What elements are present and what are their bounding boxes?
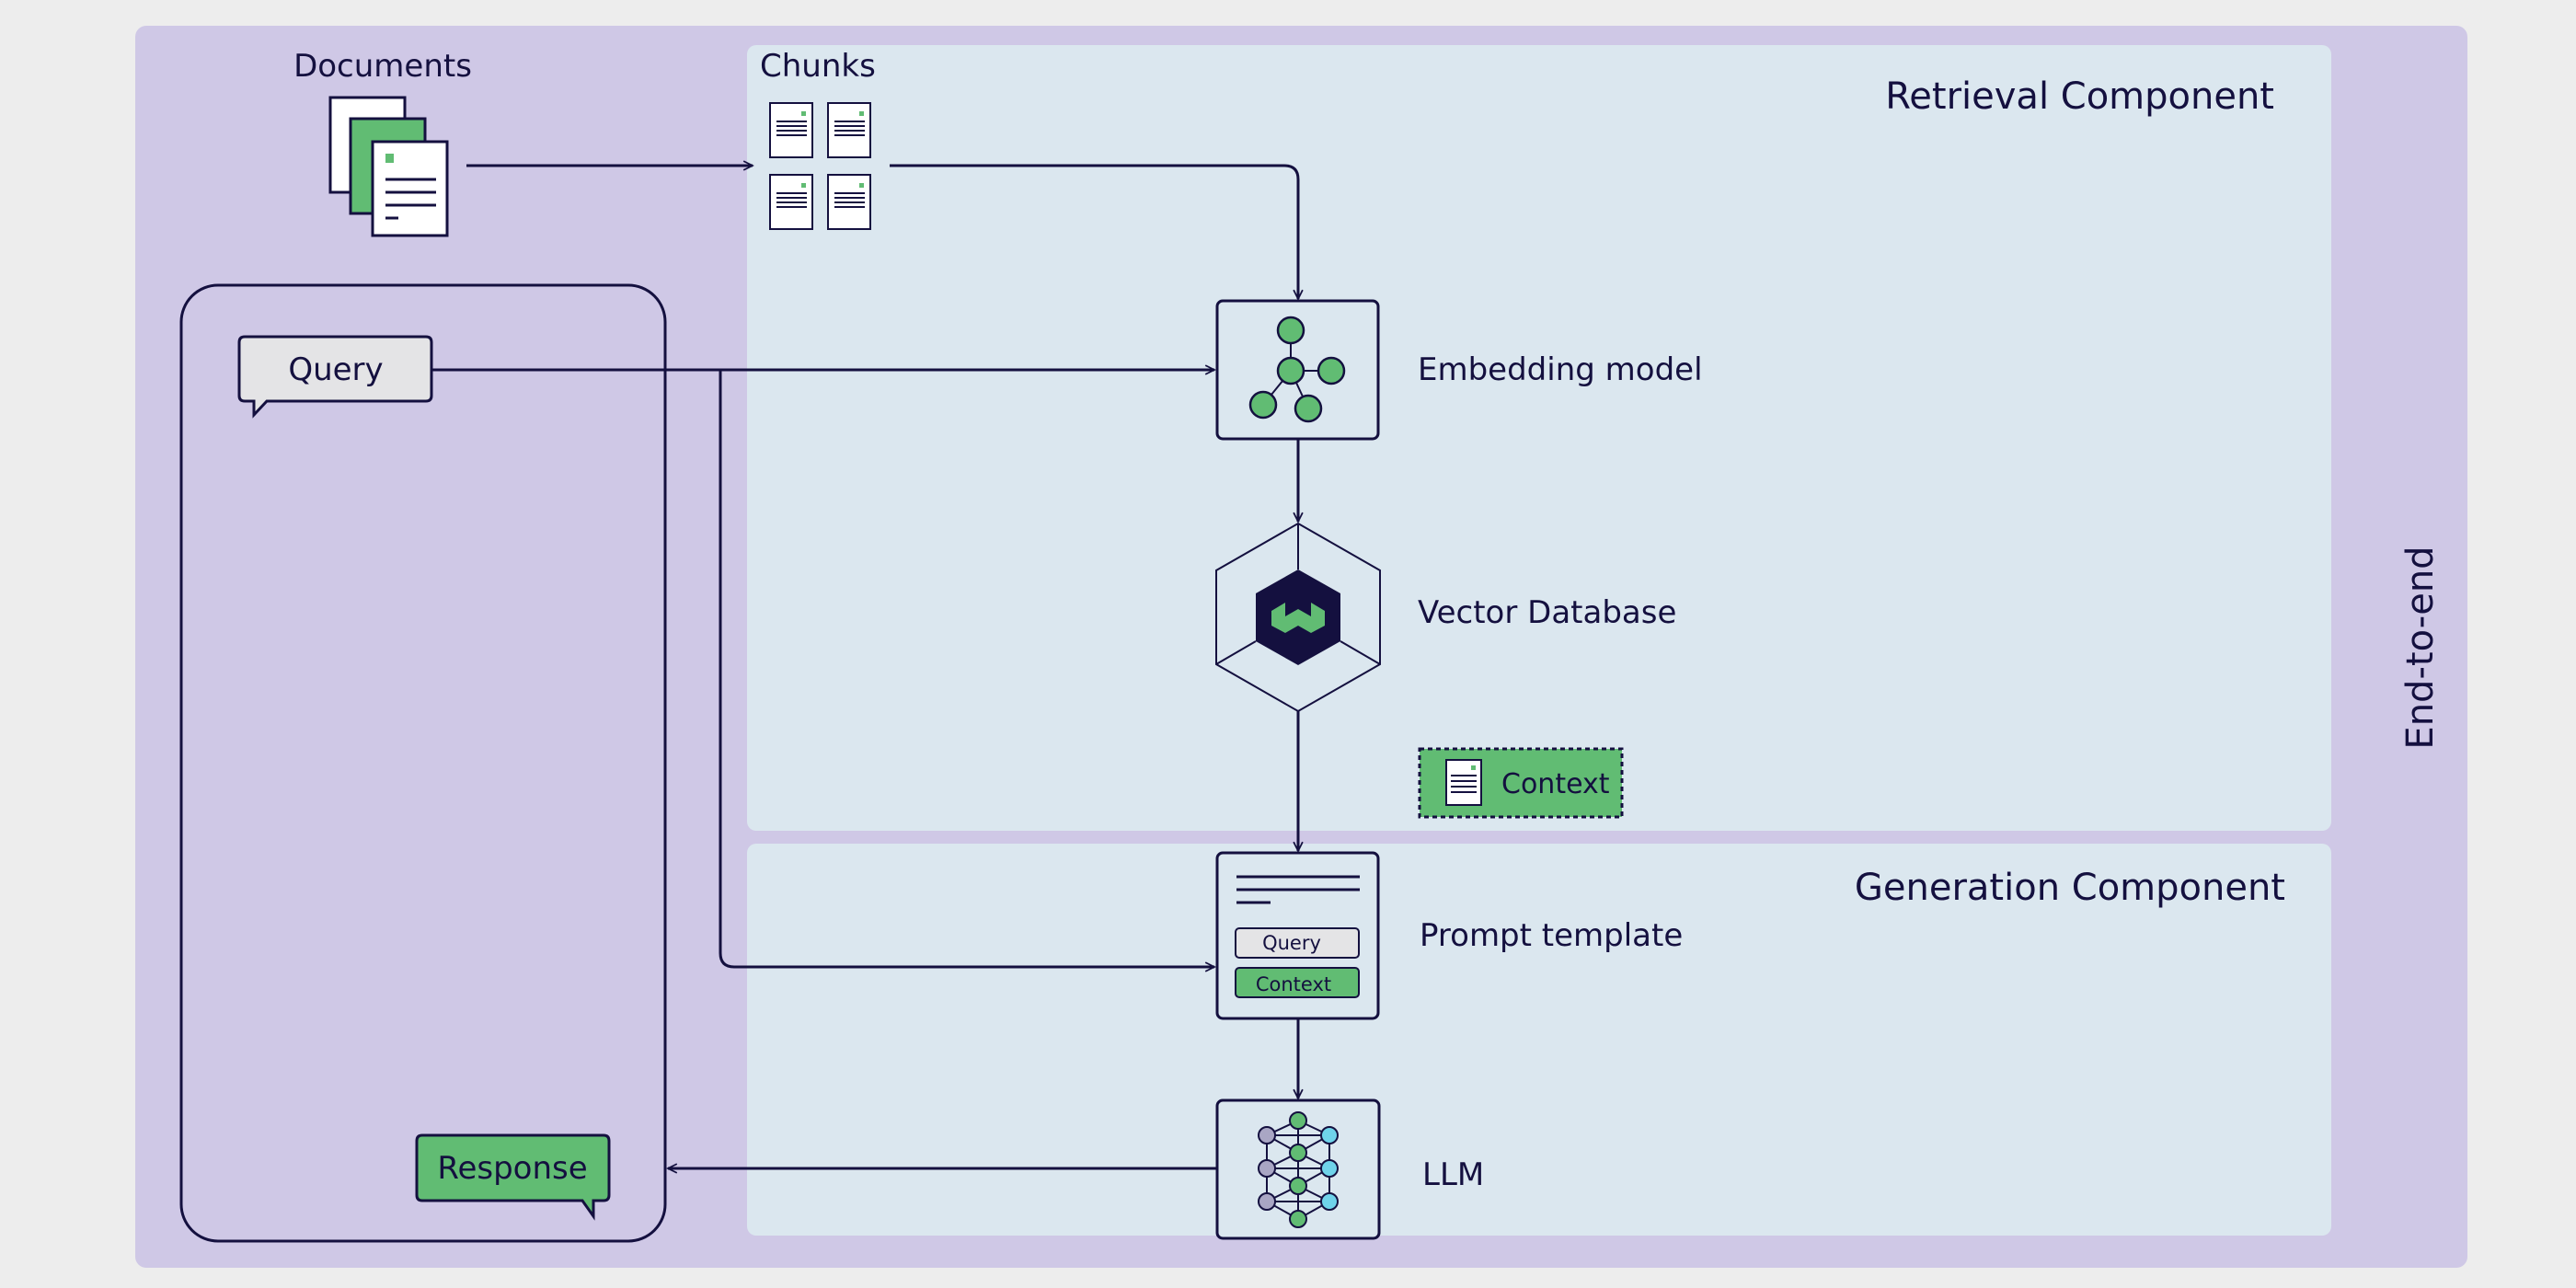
context-chip: Context [1418,747,1624,819]
chunk-page [827,174,871,230]
llm-node-green [1289,1210,1307,1228]
embedding-model-node [1215,299,1380,441]
embedding-model-label: Embedding model [1418,351,1703,388]
chunk-page [769,174,813,230]
llm-node-cyan [1320,1159,1339,1178]
prompt-template-label: Prompt template [1420,917,1683,954]
documents-label: Documents [293,48,472,85]
llm-node-grey [1258,1192,1276,1211]
response-bubble-label: Response [437,1150,587,1187]
llm-label: LLM [1422,1156,1484,1193]
context-chip-label: Context [1501,768,1610,800]
document-icon [1445,759,1482,806]
prompt-query-pill-label: Query [1262,932,1321,954]
chunk-page [827,102,871,158]
neural-network-icon [1215,1098,1381,1240]
query-bubble-label: Query [288,351,383,388]
llm-node-green [1289,1177,1307,1195]
chunk-page [769,102,813,158]
prompt-context-pill-label: Context [1256,973,1331,995]
llm-node-cyan [1320,1192,1339,1211]
vector-database-label: Vector Database [1418,594,1676,631]
llm-node-green [1289,1144,1307,1162]
chunks-label: Chunks [760,48,876,85]
llm-node-grey [1258,1159,1276,1178]
retrieval-panel [747,45,2331,831]
llm-node-grey [1258,1126,1276,1144]
template-icon: Query Context [1215,851,1380,1020]
llm-node-green [1289,1111,1307,1130]
retrieval-title: Retrieval Component [1885,75,2274,118]
generation-title: Generation Component [1855,867,2285,909]
rag-diagram: End-to-end Retrieval Component Generatio… [135,26,2467,1268]
llm-node-cyan [1320,1126,1339,1144]
end-to-end-label: End-to-end [2399,546,2442,749]
